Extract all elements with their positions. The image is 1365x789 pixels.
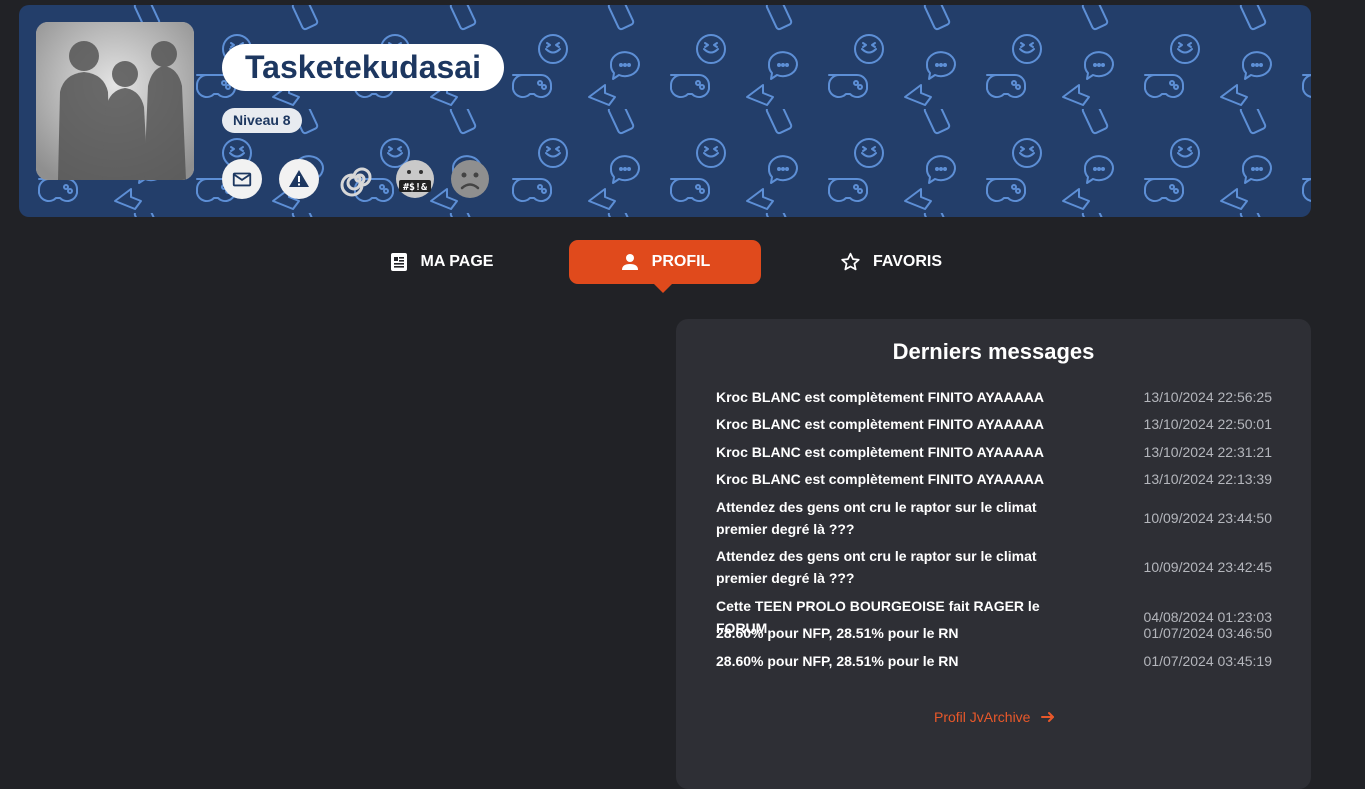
message-date: 13/10/2024 22:56:25 xyxy=(1143,389,1272,405)
message-row: Attendez des gens ont cru le raptor sur … xyxy=(716,496,1272,540)
page-icon xyxy=(390,253,407,271)
jvarchive-link-label: Profil JvArchive xyxy=(934,709,1031,725)
tab-label: PROFIL xyxy=(651,253,711,270)
message-date: 01/07/2024 03:45:19 xyxy=(1143,653,1272,669)
message-row: 28.60% pour NFP, 28.51% pour le RN 01/07… xyxy=(716,650,1272,672)
avatar[interactable] xyxy=(36,22,194,180)
svg-text:#$!&: #$!& xyxy=(403,182,428,193)
message-date: 13/10/2024 22:31:21 xyxy=(1143,444,1272,460)
message-title-link[interactable]: 28.60% pour NFP, 28.51% pour le RN xyxy=(716,622,1086,644)
message-date: 13/10/2024 22:50:01 xyxy=(1143,416,1272,432)
message-date: 10/09/2024 23:44:50 xyxy=(1143,510,1272,526)
tab-ma-page[interactable]: MA PAGE xyxy=(388,240,494,284)
message-row: Kroc BLANC est complètement FINITO AYAAA… xyxy=(716,386,1272,408)
spiral-icon[interactable] xyxy=(338,159,378,199)
message-date: 13/10/2024 22:13:39 xyxy=(1143,471,1272,487)
banner-pattern xyxy=(19,5,1311,217)
level-badge: Niveau 8 xyxy=(222,108,302,133)
tab-profil[interactable]: PROFIL xyxy=(569,240,761,284)
arrow-right-icon xyxy=(1041,712,1055,722)
message-row: Attendez des gens ont cru le raptor sur … xyxy=(716,545,1272,589)
profile-banner: Tasketekudasai Niveau 8 #$!& xyxy=(19,5,1311,217)
message-title-link[interactable]: Kroc BLANC est complètement FINITO AYAAA… xyxy=(716,441,1086,463)
message-title-link[interactable]: 28.60% pour NFP, 28.51% pour le RN xyxy=(716,650,1086,672)
username-title: Tasketekudasai xyxy=(222,44,504,91)
swearing-face-icon[interactable]: #$!& xyxy=(395,159,435,199)
tab-label: FAVORIS xyxy=(872,253,942,270)
person-icon xyxy=(621,254,638,270)
message-title-link[interactable]: Kroc BLANC est complètement FINITO AYAAA… xyxy=(716,386,1086,408)
jvarchive-profile-link[interactable]: Profil JvArchive xyxy=(934,709,1056,725)
star-icon xyxy=(841,252,860,271)
active-tab-pointer xyxy=(654,284,672,293)
message-date: 01/07/2024 03:46:50 xyxy=(1143,625,1272,641)
message-row: Kroc BLANC est complètement FINITO AYAAA… xyxy=(716,468,1272,490)
tab-favoris[interactable]: FAVORIS xyxy=(840,240,942,284)
sad-face-icon[interactable] xyxy=(450,159,490,199)
message-row: 28.60% pour NFP, 28.51% pour le RN 01/07… xyxy=(716,622,1272,644)
message-title-link[interactable]: Attendez des gens ont cru le raptor sur … xyxy=(716,496,1086,540)
message-date: 10/09/2024 23:42:45 xyxy=(1143,559,1272,575)
message-row: Kroc BLANC est complètement FINITO AYAAA… xyxy=(716,413,1272,435)
panel-title: Derniers messages xyxy=(892,339,1095,364)
profile-tabs: MA PAGE PROFIL FAVORIS xyxy=(0,240,1365,300)
latest-messages-panel: Derniers messages Kroc BLANC est complèt… xyxy=(676,319,1311,789)
message-title-link[interactable]: Kroc BLANC est complètement FINITO AYAAA… xyxy=(716,413,1086,435)
tab-label: MA PAGE xyxy=(420,253,494,270)
message-title-link[interactable]: Kroc BLANC est complètement FINITO AYAAA… xyxy=(716,468,1086,490)
message-title-link[interactable]: Attendez des gens ont cru le raptor sur … xyxy=(716,545,1086,589)
warning-icon[interactable] xyxy=(279,159,319,199)
message-row: Kroc BLANC est complètement FINITO AYAAA… xyxy=(716,441,1272,463)
mail-icon[interactable] xyxy=(222,159,262,199)
